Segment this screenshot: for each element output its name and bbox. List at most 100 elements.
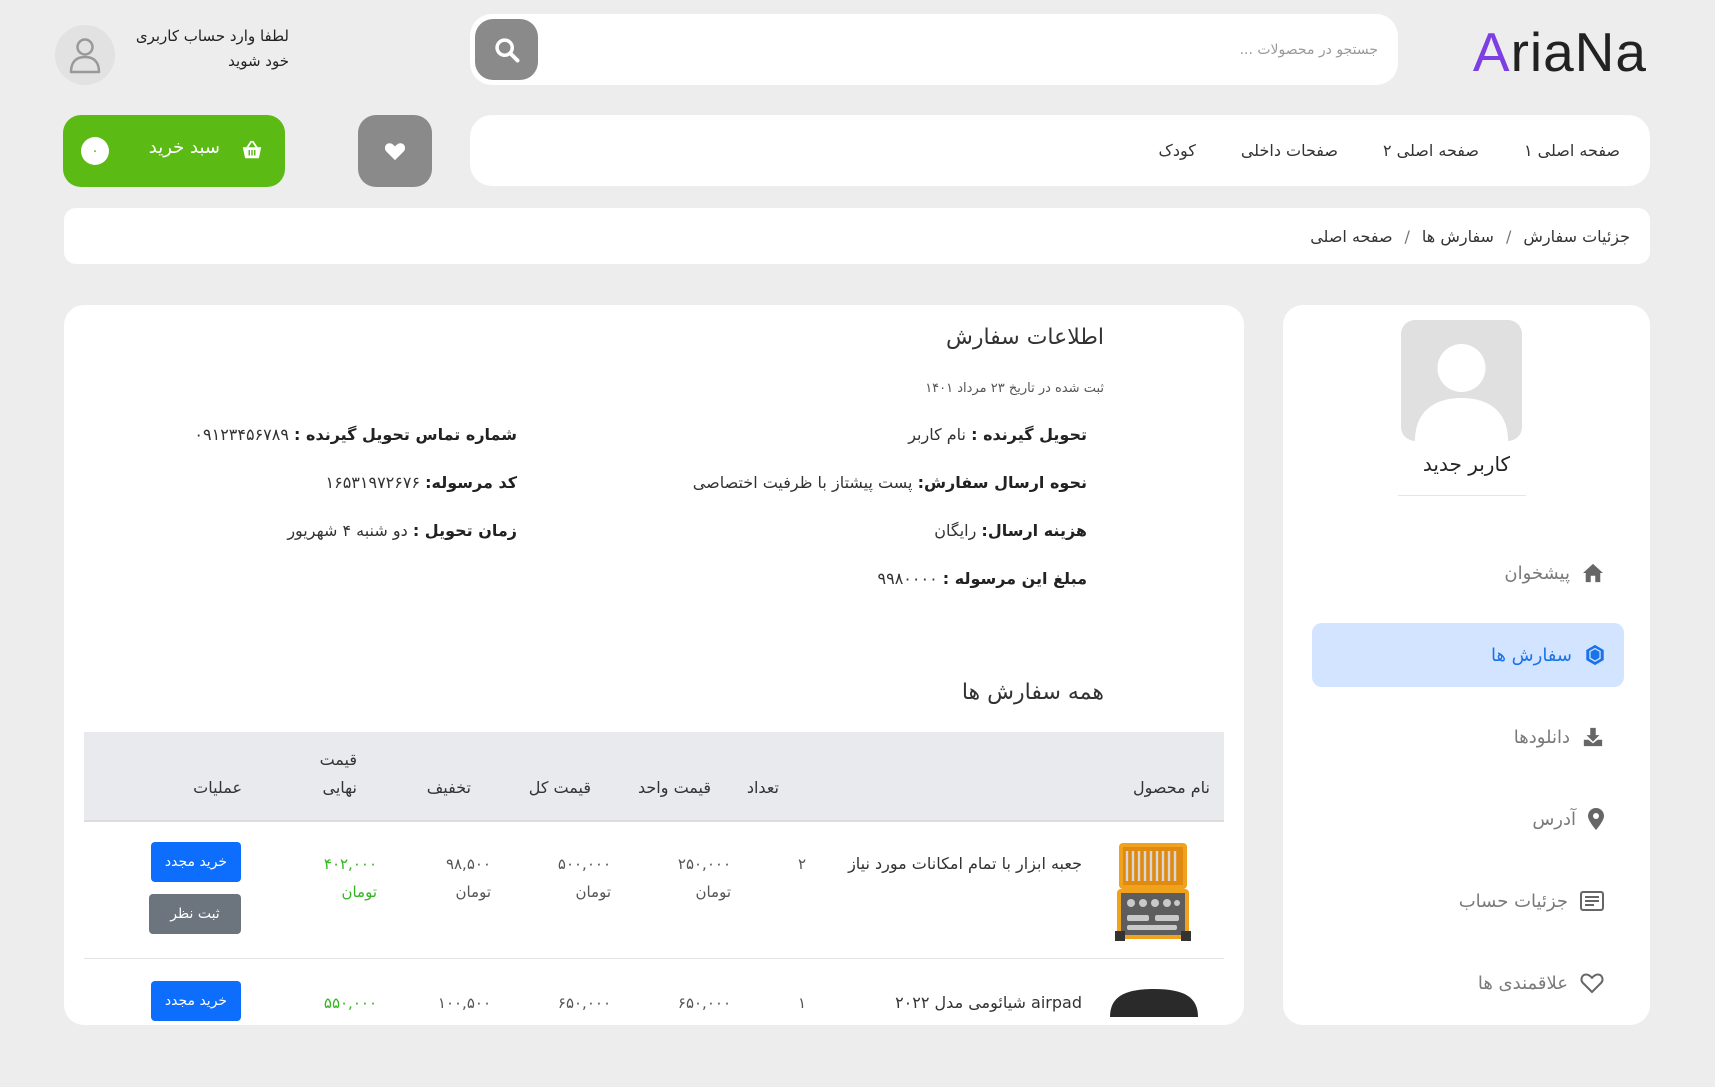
price-value: ۶۵۰,۰۰۰: [557, 994, 611, 1012]
wishlist-button[interactable]: [358, 115, 432, 187]
recipient-phone-field: شماره تماس تحویل گیرنده : ۰۹۱۲۳۴۵۶۷۸۹: [194, 425, 517, 444]
unit-price-cell: ۶۵۰,۰۰۰: [678, 989, 731, 1017]
search-icon: [494, 37, 519, 62]
nav-item-home-1[interactable]: صفحه اصلی ۱: [1524, 141, 1620, 160]
field-label: نحوه ارسال سفارش:: [917, 473, 1087, 492]
user-avatar-button[interactable]: [55, 25, 115, 85]
field-value: نام کاربر: [908, 425, 967, 444]
price-value: ۹۸,۵۰۰: [445, 855, 491, 873]
sidebar-item-downloads[interactable]: دانلودها: [1310, 705, 1622, 769]
search-bar: [470, 14, 1398, 85]
price-value: ۴۰۲,۰۰۰: [323, 855, 377, 873]
field-value: ۰۹۱۲۳۴۵۶۷۸۹: [194, 425, 289, 444]
delivery-time-field: زمان تحویل : دو شنبه ۴ شهریور: [287, 521, 517, 540]
order-info-title: اطلاعات سفارش: [945, 325, 1104, 350]
final-price-cell: ۵۵۰,۰۰۰: [324, 989, 377, 1017]
unit-price-cell: ۲۵۰,۰۰۰ تومان: [678, 850, 731, 906]
sidebar-item-label: علاقمندی ها: [1477, 972, 1568, 994]
order-details-panel: اطلاعات سفارش ثبت شده در تاریخ ۲۳ مرداد …: [64, 305, 1244, 1025]
cart-button[interactable]: سبد خرید ۰: [63, 115, 285, 187]
divider: [1398, 495, 1526, 496]
price-value: ۲۵۰,۰۰۰: [677, 855, 731, 873]
col-final-price: قیمت نهایی: [320, 746, 357, 802]
rebuy-button[interactable]: خرید مجدد: [151, 981, 241, 1021]
sidebar-item-address[interactable]: آدرس: [1310, 787, 1622, 851]
shipment-amount-field: مبلغ این مرسوله : ۹۹۸۰۰۰۰: [878, 569, 1087, 588]
box-icon: [1586, 644, 1604, 666]
breadcrumb: صفحه اصلی / سفارش ها / جزئیات سفارش: [64, 208, 1650, 264]
sidebar-item-account-details[interactable]: جزئیات حساب: [1310, 869, 1622, 933]
total-price-cell: ۵۰۰,۰۰۰ تومان: [558, 850, 611, 906]
total-price-cell: ۶۵۰,۰۰۰: [558, 989, 611, 1017]
review-button[interactable]: ثبت نظر: [149, 894, 241, 934]
field-value: ۹۹۸۰۰۰۰: [877, 569, 938, 588]
logo-letter-a: A: [1472, 21, 1511, 83]
sidebar-item-label: جزئیات حساب: [1458, 890, 1568, 912]
breadcrumb-home[interactable]: صفحه اصلی: [1310, 227, 1392, 246]
field-value: ۱۶۵۳۱۹۷۲۶۷۶: [325, 473, 421, 492]
field-label: شماره تماس تحویل گیرنده :: [294, 425, 517, 444]
col-product-name: نام محصول: [1133, 778, 1210, 797]
nav-item-home-2[interactable]: صفحه اصلی ۲: [1383, 141, 1479, 160]
qty-cell: ۱: [797, 994, 806, 1012]
col-total-price: قیمت کل: [528, 778, 591, 797]
col-final-price-line2: نهایی: [322, 778, 358, 797]
currency-label: تومان: [695, 883, 731, 901]
heart-icon: [384, 143, 406, 161]
col-discount: تخفیف: [426, 778, 471, 797]
sidebar-item-wishlist[interactable]: علاقمندی ها: [1310, 951, 1622, 1015]
qty-cell: ۲: [797, 855, 806, 873]
search-input[interactable]: [576, 28, 1380, 72]
row-divider: [84, 958, 1224, 959]
search-button[interactable]: [475, 19, 538, 80]
field-label: کد مرسوله:: [425, 473, 517, 492]
shipping-cost-field: هزینه ارسال: رایگان: [934, 521, 1087, 540]
discount-cell: ۱۰۰,۵۰۰: [438, 989, 491, 1017]
nav-item-inner-pages[interactable]: صفحات داخلی: [1241, 141, 1338, 160]
product-thumbnail[interactable]: [1104, 977, 1204, 1087]
field-label: هزینه ارسال:: [981, 521, 1087, 540]
earbuds-image: [1110, 989, 1198, 1017]
currency-label: تومان: [575, 883, 611, 901]
breadcrumb-order-details: جزئیات سفارش: [1523, 226, 1630, 246]
sidebar-item-label: سفارش ها: [1490, 644, 1572, 666]
id-card-icon: [1580, 891, 1604, 911]
cart-count-badge: ۰: [81, 137, 109, 165]
currency-label: تومان: [341, 883, 377, 901]
profile-name: کاربر جدید: [1422, 452, 1511, 476]
sidebar-item-label: آدرس: [1532, 808, 1576, 830]
rebuy-button[interactable]: خرید مجدد: [151, 842, 241, 882]
map-pin-icon: [1588, 808, 1604, 830]
basket-icon: [242, 140, 262, 159]
product-thumbnail[interactable]: [1113, 835, 1193, 945]
shipping-method-field: نحوه ارسال سفارش: پست پیشتاز با ظرفیت اخ…: [693, 473, 1087, 492]
col-actions: عملیات: [193, 778, 242, 797]
breadcrumb-orders[interactable]: سفارش ها: [1422, 227, 1494, 246]
field-label: مبلغ این مرسوله :: [942, 569, 1087, 588]
user-silhouette-icon: [1415, 344, 1508, 441]
orders-table-header: نام محصول تعداد قیمت واحد قیمت کل تخفیف …: [84, 732, 1224, 822]
final-price-cell: ۴۰۲,۰۰۰ تومان: [324, 850, 377, 906]
download-icon: [1583, 727, 1603, 747]
logo-text: riaNa: [1510, 21, 1647, 83]
nav-item-kids[interactable]: کودک: [1159, 141, 1196, 160]
price-value: ۵۰۰,۰۰۰: [557, 855, 611, 873]
logo[interactable]: AriaNa: [1473, 20, 1647, 84]
product-name[interactable]: جعبه ابزار با تمام امکانات مورد نیاز: [848, 850, 1082, 878]
all-orders-title: همه سفارش ها: [961, 680, 1104, 705]
cart-label: سبد خرید: [148, 137, 220, 158]
sidebar-item-label: پیشخوان: [1504, 562, 1570, 584]
currency-label: تومان: [455, 883, 491, 901]
sidebar-item-orders[interactable]: سفارش ها: [1312, 623, 1624, 687]
col-final-price-line1: قیمت: [319, 750, 357, 769]
price-value: ۱۰۰,۵۰۰: [437, 994, 491, 1012]
account-sidebar: کاربر جدید پیشخوان سفارش ها دانلودها آدر…: [1283, 305, 1650, 1025]
tracking-code-field: کد مرسوله: ۱۶۵۳۱۹۷۲۶۷۶: [326, 473, 517, 492]
order-date: ثبت شده در تاریخ ۲۳ مرداد ۱۴۰۱: [925, 381, 1104, 396]
col-unit-price: قیمت واحد: [638, 778, 711, 797]
sidebar-item-label: دانلودها: [1513, 726, 1570, 748]
toolbox-image: [1115, 843, 1191, 941]
profile-avatar: [1401, 320, 1522, 441]
product-name[interactable]: airpad شیائومی مدل ۲۰۲۲: [895, 989, 1082, 1017]
sidebar-item-dashboard[interactable]: پیشخوان: [1310, 541, 1622, 605]
